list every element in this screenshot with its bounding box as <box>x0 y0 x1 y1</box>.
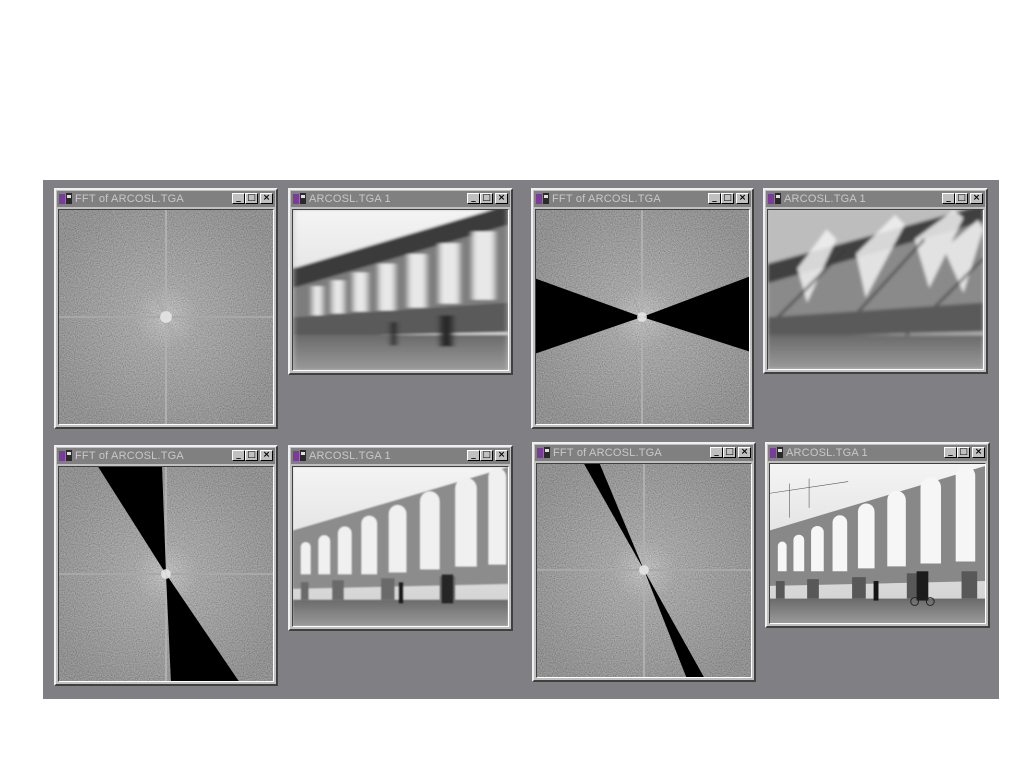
fft-window-4[interactable]: FFT of ARCOSL.TGA _ □ × <box>532 442 756 682</box>
maximize-icon[interactable]: □ <box>723 447 736 458</box>
window-title: FFT of ARCOSL.TGA <box>75 450 184 462</box>
image-app-icon <box>293 450 307 462</box>
window-title: ARCOSL.TGA 1 <box>309 450 391 462</box>
image-app-icon <box>293 193 307 205</box>
image-window-2[interactable]: ARCOSL.TGA 1 _ □ × <box>763 188 988 374</box>
fft-spectrum-view <box>58 466 274 682</box>
minimize-icon[interactable]: _ <box>942 193 955 204</box>
close-icon[interactable]: × <box>738 447 751 458</box>
fft-window-1-titlebar[interactable]: FFT of ARCOSL.TGA _ □ × <box>57 191 275 207</box>
aqueduct-photo-partial <box>292 466 509 627</box>
fft-spectrum-view <box>58 209 274 425</box>
minimize-icon[interactable]: _ <box>708 193 721 204</box>
close-icon[interactable]: × <box>495 450 508 461</box>
minimize-icon[interactable]: _ <box>467 450 480 461</box>
aqueduct-photo-blurred <box>292 209 509 371</box>
image-window-3-titlebar[interactable]: ARCOSL.TGA 1 _ □ × <box>291 448 510 464</box>
fft-spectrum-view <box>536 463 752 678</box>
maximize-icon[interactable]: □ <box>245 450 258 461</box>
fft-spectrum-view <box>535 209 750 425</box>
image-window-2-titlebar[interactable]: ARCOSL.TGA 1 _ □ × <box>766 191 985 207</box>
maximize-icon[interactable]: □ <box>955 193 968 204</box>
close-icon[interactable]: × <box>736 193 749 204</box>
close-icon[interactable]: × <box>260 193 273 204</box>
image-window-1-titlebar[interactable]: ARCOSL.TGA 1 _ □ × <box>291 191 510 207</box>
close-icon[interactable]: × <box>970 193 983 204</box>
maximize-icon[interactable]: □ <box>957 447 970 458</box>
fft-window-2-titlebar[interactable]: FFT of ARCOSL.TGA _ □ × <box>534 191 751 207</box>
image-app-icon <box>59 450 73 462</box>
window-title: FFT of ARCOSL.TGA <box>552 193 661 205</box>
aqueduct-photo-sharp <box>769 463 986 624</box>
image-window-3[interactable]: ARCOSL.TGA 1 _ □ × <box>288 445 513 631</box>
minimize-icon[interactable]: _ <box>232 193 245 204</box>
minimize-icon[interactable]: _ <box>467 193 480 204</box>
maximize-icon[interactable]: □ <box>245 193 258 204</box>
maximize-icon[interactable]: □ <box>480 450 493 461</box>
fft-window-1[interactable]: FFT of ARCOSL.TGA _ □ × <box>54 188 278 429</box>
image-app-icon <box>770 447 784 459</box>
fft-window-3-titlebar[interactable]: FFT of ARCOSL.TGA _ □ × <box>57 448 275 464</box>
window-title: ARCOSL.TGA 1 <box>786 447 868 459</box>
minimize-icon[interactable]: _ <box>944 447 957 458</box>
image-window-4[interactable]: ARCOSL.TGA 1 _ □ × <box>765 442 990 628</box>
image-window-4-titlebar[interactable]: ARCOSL.TGA 1 _ □ × <box>768 445 987 461</box>
close-icon[interactable]: × <box>260 450 273 461</box>
fft-window-2[interactable]: FFT of ARCOSL.TGA _ □ × <box>531 188 754 429</box>
image-app-icon <box>768 193 782 205</box>
minimize-icon[interactable]: _ <box>710 447 723 458</box>
window-title: ARCOSL.TGA 1 <box>784 193 866 205</box>
image-window-1[interactable]: ARCOSL.TGA 1 _ □ × <box>288 188 513 375</box>
maximize-icon[interactable]: □ <box>480 193 493 204</box>
image-app-icon <box>59 193 73 205</box>
aqueduct-photo-streaked <box>767 209 984 370</box>
maximize-icon[interactable]: □ <box>721 193 734 204</box>
window-title: FFT of ARCOSL.TGA <box>75 193 184 205</box>
fft-window-3[interactable]: FFT of ARCOSL.TGA _ □ × <box>54 445 278 686</box>
window-title: FFT of ARCOSL.TGA <box>553 447 662 459</box>
image-app-icon <box>537 447 551 459</box>
minimize-icon[interactable]: _ <box>232 450 245 461</box>
image-app-icon <box>536 193 550 205</box>
window-title: ARCOSL.TGA 1 <box>309 193 391 205</box>
close-icon[interactable]: × <box>495 193 508 204</box>
fft-window-4-titlebar[interactable]: FFT of ARCOSL.TGA _ □ × <box>535 445 753 461</box>
close-icon[interactable]: × <box>972 447 985 458</box>
